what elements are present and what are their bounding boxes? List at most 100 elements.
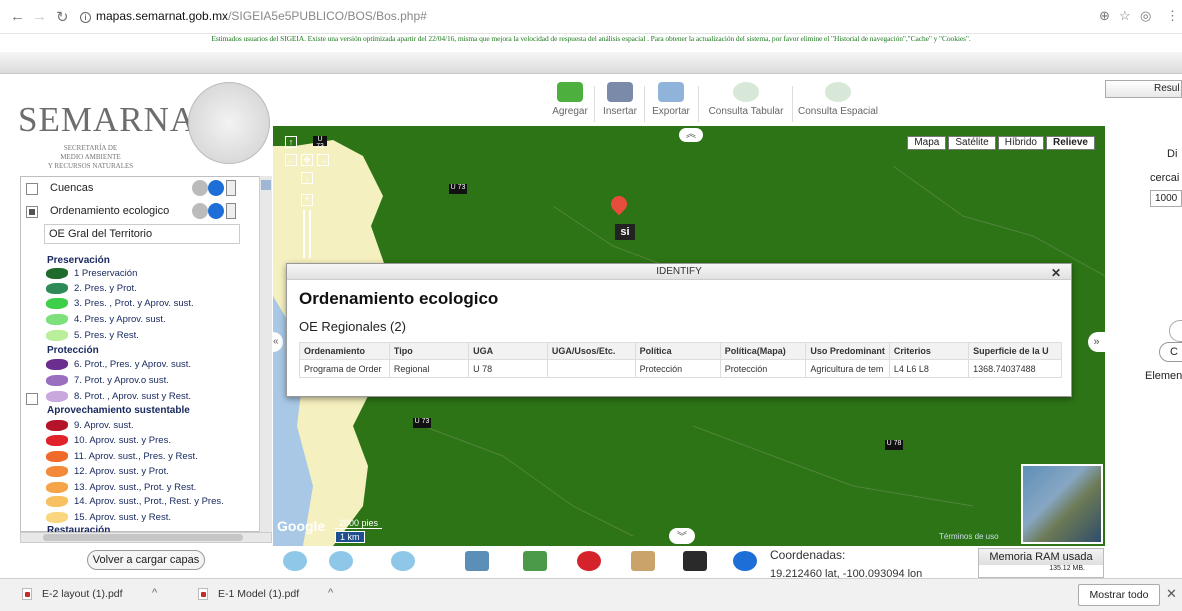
settings-icon[interactable] <box>192 180 208 196</box>
collapse-top-icon[interactable]: ︽ <box>679 128 703 142</box>
zoom-in-icon[interactable]: + <box>301 194 313 206</box>
layer-ordenamiento[interactable]: Ordenamiento ecologico <box>26 203 256 223</box>
col-header[interactable]: Uso Predominant <box>805 342 890 360</box>
table-cell: 1368.74037488 <box>968 359 1062 378</box>
close-icon[interactable]: ✕ <box>1051 265 1061 281</box>
reload-icon[interactable]: ↻ <box>56 8 69 26</box>
scale-icon[interactable] <box>683 551 707 571</box>
legend-swatch <box>46 268 68 279</box>
zoom-icon[interactable]: ⊕ <box>1099 8 1110 24</box>
measure-icon[interactable] <box>523 551 547 571</box>
legend-label: 12. Aprov. sust. y Prot. <box>74 466 169 477</box>
insertar-button[interactable]: Insertar <box>598 80 642 126</box>
collapse-bottom-icon[interactable]: ︾ <box>669 528 695 544</box>
layer-checkbox[interactable] <box>26 206 38 218</box>
pan-down-icon[interactable]: ↓ <box>301 172 313 184</box>
table-cell: L4 L6 L8 <box>888 359 970 378</box>
round-toggle[interactable] <box>1169 320 1182 342</box>
col-header[interactable]: Ordenamiento <box>299 342 390 360</box>
map-type-hibrido[interactable]: Híbrido <box>997 136 1044 150</box>
panel-label: Element <box>1145 370 1182 382</box>
map-type-mapa[interactable]: Mapa <box>907 136 947 150</box>
legend-label: 14. Aprov. sust., Prot., Rest. y Pres. <box>74 496 224 507</box>
zoom-out-icon[interactable] <box>329 551 353 571</box>
ram-label: Memoria RAM usada <box>979 549 1103 565</box>
col-header[interactable]: Tipo <box>388 342 470 360</box>
logo-subtitle-1: SECRETARÍA DE <box>63 144 118 152</box>
semarnat-logo: SEMARNAT SECRETARÍA DE MEDIO AMBIENTE Y … <box>18 100 214 171</box>
opacity-spinner[interactable] <box>226 180 236 196</box>
insertar-label: Insertar <box>603 106 637 117</box>
layers-scrollbar[interactable] <box>259 176 272 532</box>
marker-label: si <box>615 224 635 240</box>
close-icon[interactable]: ✕ <box>1166 586 1177 602</box>
overview-minimap[interactable] <box>1021 464 1103 544</box>
road-label: U 73 <box>449 184 467 194</box>
layers-hscrollbar[interactable] <box>20 532 272 543</box>
chevron-up-icon[interactable]: ^ <box>152 587 157 599</box>
pan-icon[interactable] <box>465 551 489 571</box>
system-notice: Estimados usuarios del SIGEIA. Existe un… <box>211 34 971 43</box>
col-header[interactable]: UGA <box>468 342 548 360</box>
legend-label: 4. Pres. y Aprov. sust. <box>74 314 166 325</box>
table-row[interactable]: Programa de Order Regional U 78 Protecci… <box>299 359 1062 378</box>
identify-icon[interactable] <box>577 551 601 571</box>
exportar-button[interactable]: Exportar <box>648 80 694 126</box>
legend-swatch <box>46 451 68 462</box>
panel-button[interactable]: C <box>1159 342 1182 362</box>
scroll-thumb[interactable] <box>43 534 243 541</box>
layer-checkbox[interactable] <box>26 183 38 195</box>
download-item[interactable]: E-1 Model (1).pdf ^ <box>198 585 348 607</box>
collapse-right-icon[interactable]: » <box>1088 332 1105 352</box>
extension-icon[interactable]: ◎ <box>1140 8 1151 24</box>
forward-icon[interactable]: → <box>32 8 47 25</box>
pan-up-icon[interactable]: ↑ <box>285 136 297 148</box>
table-cell: Programa de Order <box>299 359 390 378</box>
back-icon[interactable]: ← <box>10 8 25 25</box>
download-item[interactable]: E-2 layout (1).pdf ^ <box>22 585 172 607</box>
map-type-relieve[interactable]: Relieve <box>1045 136 1095 150</box>
pan-left-icon[interactable]: ← <box>285 154 297 166</box>
ruler-icon[interactable] <box>631 551 655 571</box>
col-header[interactable]: Política(Mapa) <box>719 342 807 360</box>
distance-input[interactable]: 1000 <box>1150 190 1182 207</box>
info-icon[interactable]: i <box>80 12 91 23</box>
show-all-button[interactable]: Mostrar todo <box>1078 584 1160 606</box>
col-header[interactable]: Superficie de la U <box>968 342 1062 360</box>
scale-km: 1 km <box>335 531 365 543</box>
pan-right-icon[interactable]: → <box>317 154 329 166</box>
zoom-slider[interactable] <box>303 210 311 258</box>
identify-title: Ordenamiento ecologico <box>299 289 499 308</box>
reload-layers-button[interactable]: Volver a cargar capas <box>87 550 205 570</box>
info-icon[interactable] <box>208 180 224 196</box>
sublayer-select[interactable]: OE Gral del Territorio <box>44 224 240 244</box>
legend-label: 5. Pres. y Rest. <box>74 330 139 341</box>
col-header[interactable]: Criterios <box>888 342 970 360</box>
agregar-button[interactable]: Agregar <box>550 80 590 126</box>
add-icon <box>557 82 583 102</box>
consulta-tabular-button[interactable]: Consulta Tabular <box>702 80 790 126</box>
layer-checkbox[interactable] <box>26 393 38 405</box>
address-bar[interactable]: i mapas.semarnat.gob.mx/SIGEIA5e5PUBLICO/… <box>80 9 427 23</box>
help-icon[interactable] <box>733 551 757 571</box>
layer-cuencas[interactable]: Cuencas <box>26 180 256 200</box>
results-tab[interactable]: Resul <box>1105 80 1182 98</box>
opacity-spinner[interactable] <box>226 203 236 219</box>
consulta-espacial-label: Consulta Espacial <box>797 106 879 117</box>
menu-icon[interactable]: ⋮ <box>1166 8 1179 24</box>
settings-icon[interactable] <box>192 203 208 219</box>
pan-center-icon[interactable]: ✥ <box>301 154 313 166</box>
map-type-satelite[interactable]: Satélite <box>948 136 996 150</box>
col-header[interactable]: UGA/Usos/Etc. <box>546 342 636 360</box>
downloads-bar: E-2 layout (1).pdf ^ E-1 Model (1).pdf ^ <box>0 578 1182 611</box>
scroll-up-icon[interactable] <box>261 180 271 190</box>
zoom-in-icon[interactable] <box>283 551 307 571</box>
consulta-espacial-button[interactable]: Consulta Espacial <box>796 80 880 126</box>
info-icon[interactable] <box>208 203 224 219</box>
bookmark-star-icon[interactable]: ☆ <box>1119 8 1131 24</box>
col-header[interactable]: Política <box>634 342 721 360</box>
terms-link[interactable]: Términos de uso <box>939 532 999 541</box>
road-label: U 73 <box>413 418 431 428</box>
chevron-up-icon[interactable]: ^ <box>328 587 333 599</box>
zoom-extent-icon[interactable] <box>391 551 415 571</box>
